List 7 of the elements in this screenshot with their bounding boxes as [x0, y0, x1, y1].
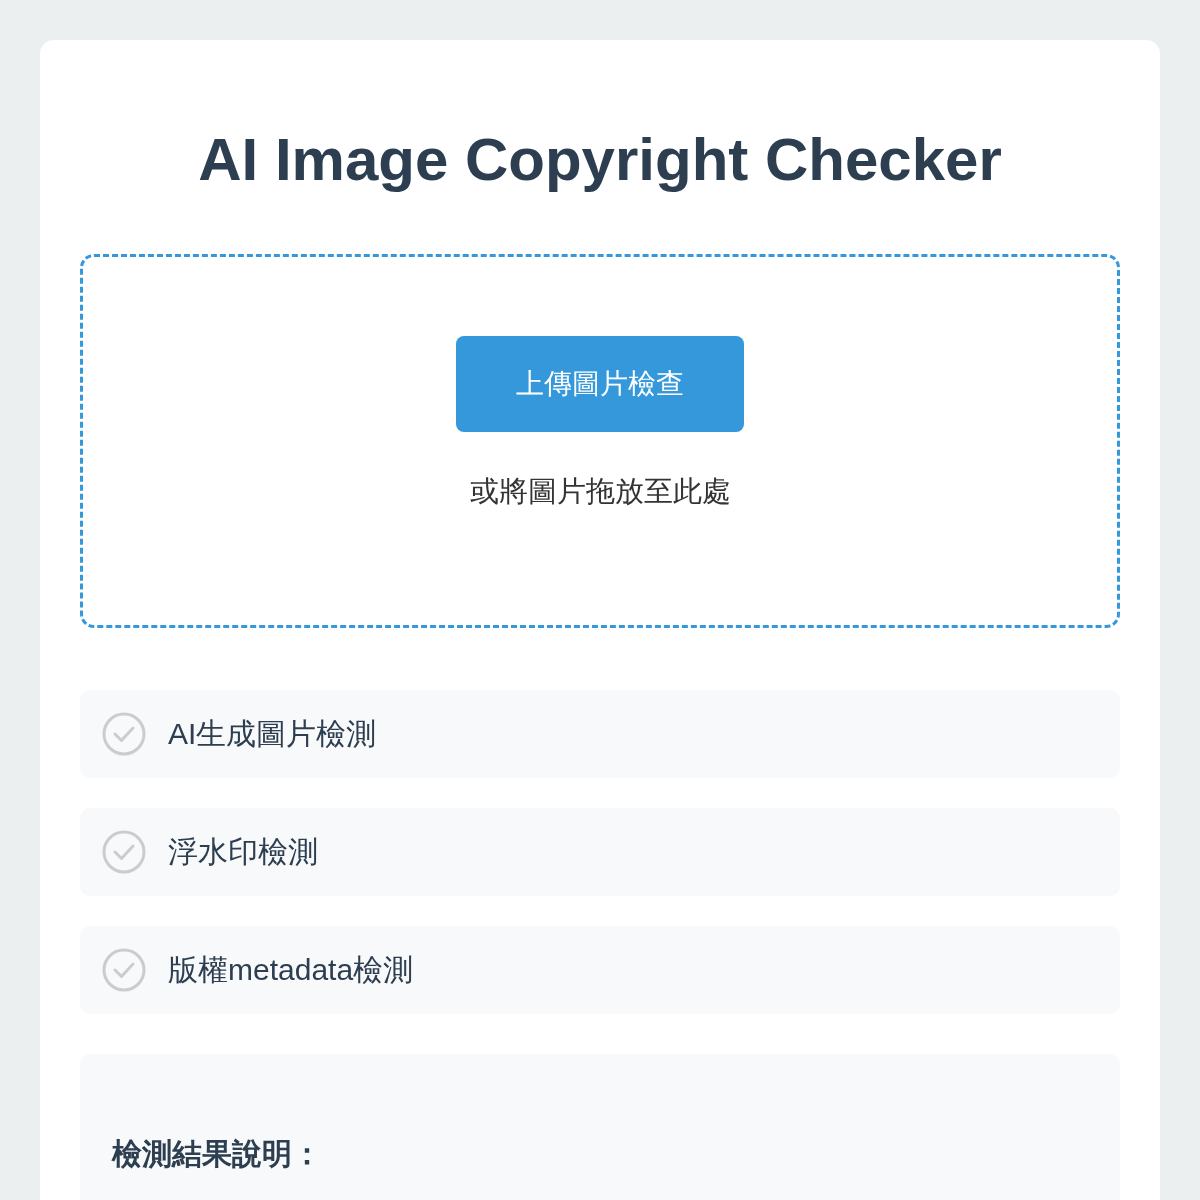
drop-zone[interactable]: 上傳圖片檢查 或將圖片拖放至此處 — [80, 254, 1120, 628]
check-label: 版權metadata檢測 — [168, 951, 414, 988]
results-heading: 檢測結果說明： — [112, 1136, 323, 1172]
check-label: AI生成圖片檢測 — [168, 715, 377, 752]
check-label: 浮水印檢測 — [168, 833, 318, 870]
drop-hint: 或將圖片拖放至此處 — [469, 474, 731, 509]
page-title: AI Image Copyright Checker — [197, 125, 1003, 195]
